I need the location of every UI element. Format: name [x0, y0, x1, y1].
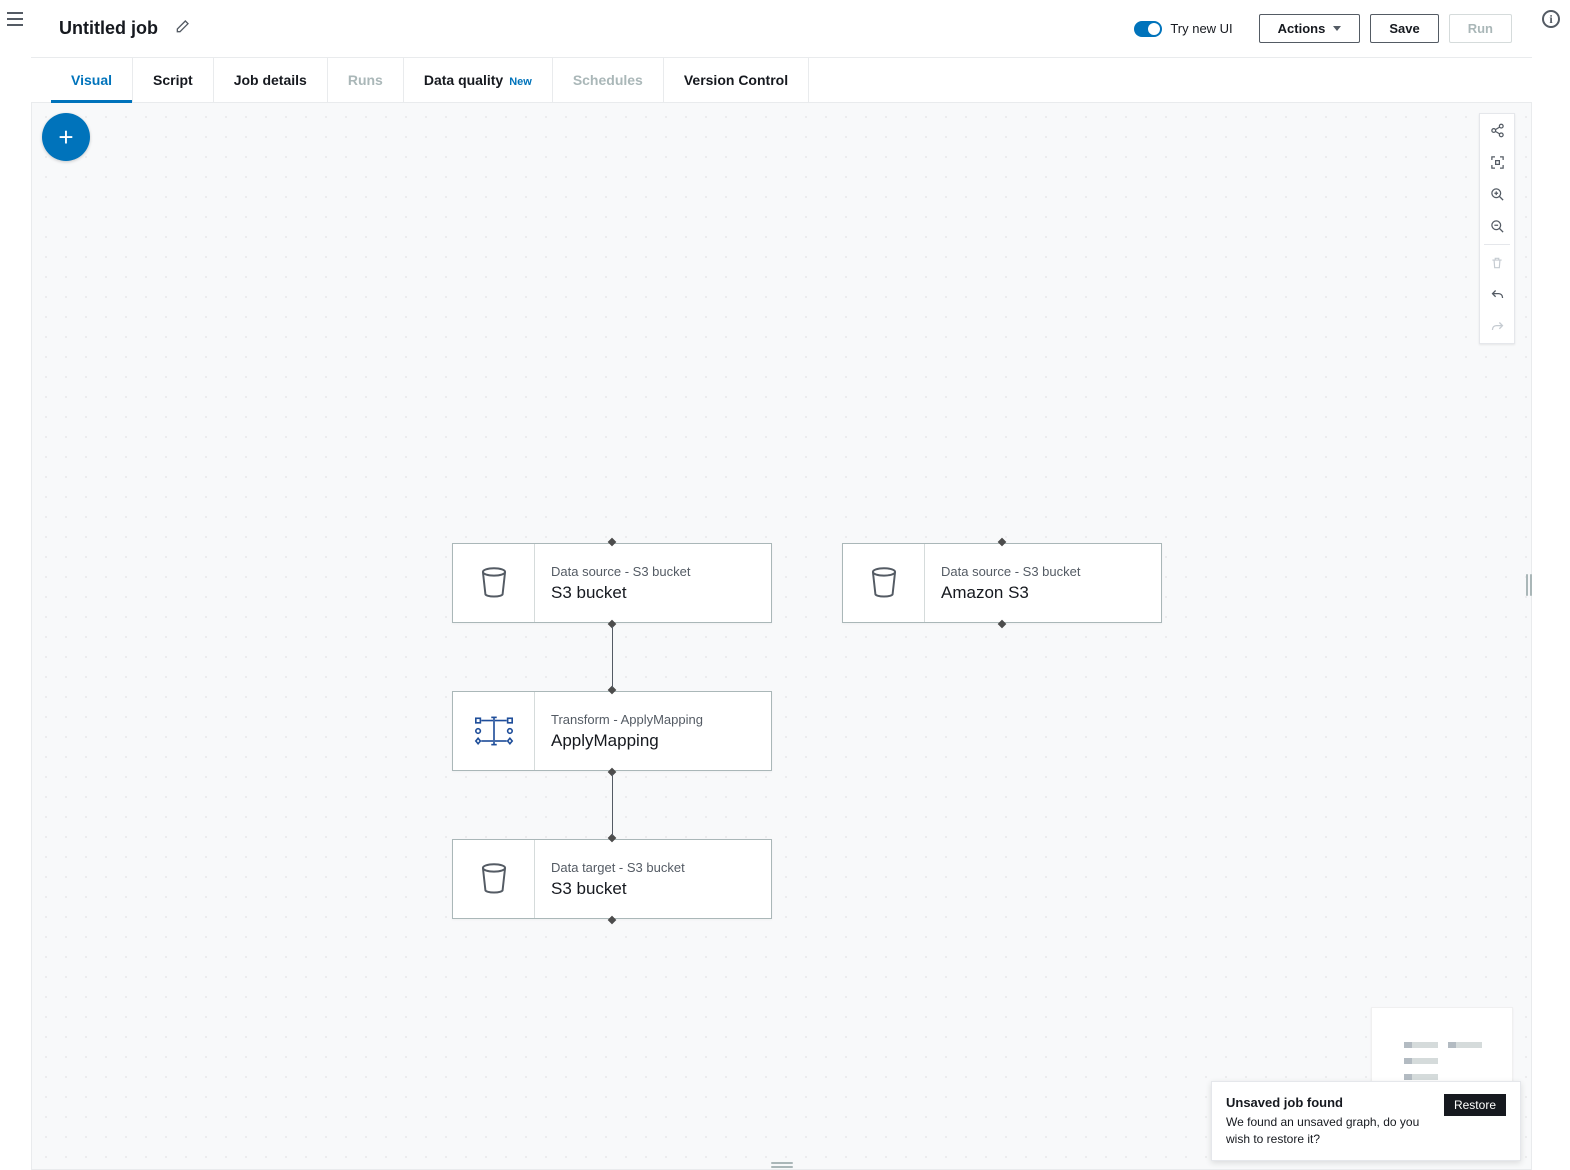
caret-down-icon — [1333, 26, 1341, 31]
zoom-out-icon[interactable] — [1480, 210, 1514, 242]
tab-visual[interactable]: Visual — [51, 58, 133, 102]
tab-schedules: Schedules — [553, 58, 664, 102]
node-type-label: Transform - ApplyMapping — [551, 712, 755, 727]
right-resize-handle[interactable] — [1526, 574, 1532, 596]
tab-label: Version Control — [684, 72, 788, 88]
fit-view-icon[interactable] — [1480, 146, 1514, 178]
info-icon[interactable]: i — [1542, 10, 1560, 28]
tab-label: Schedules — [573, 72, 643, 88]
job-header: Untitled job Try new UI Actions Save Run — [31, 0, 1532, 58]
node-n4[interactable]: Data target - S3 bucket S3 bucket — [452, 839, 772, 919]
node-n2[interactable]: Data source - S3 bucket Amazon S3 — [842, 543, 1162, 623]
tab-label: Job details — [234, 72, 307, 88]
node-type-label: Data source - S3 bucket — [941, 564, 1145, 579]
undo-icon[interactable] — [1480, 279, 1514, 311]
try-new-ui-toggle[interactable] — [1134, 21, 1162, 37]
node-title: Amazon S3 — [941, 583, 1145, 603]
tab-label: Script — [153, 72, 193, 88]
tab-label: Data quality — [424, 72, 503, 88]
mapping-icon — [453, 692, 535, 770]
add-node-button[interactable]: + — [42, 113, 90, 161]
zoom-in-icon[interactable] — [1480, 178, 1514, 210]
node-n1[interactable]: Data source - S3 bucket S3 bucket — [452, 543, 772, 623]
run-button: Run — [1449, 14, 1512, 43]
node-title: S3 bucket — [551, 879, 755, 899]
tab-label: Runs — [348, 72, 383, 88]
tab-data-quality[interactable]: Data quality New — [404, 58, 553, 102]
tab-script[interactable]: Script — [133, 58, 214, 102]
page-title: Untitled job — [59, 18, 158, 39]
canvas[interactable]: + — [31, 103, 1532, 1170]
restore-button[interactable]: Restore — [1444, 1094, 1506, 1116]
tab-job-details[interactable]: Job details — [214, 58, 328, 102]
bottom-resize-handle[interactable] — [771, 1162, 793, 1168]
edit-title-icon[interactable] — [174, 19, 190, 38]
unsaved-toast: Unsaved job found We found an unsaved gr… — [1211, 1081, 1521, 1161]
menu-icon[interactable] — [7, 12, 23, 26]
trash-icon — [1480, 247, 1514, 279]
canvas-toolbar — [1479, 113, 1515, 344]
node-title: ApplyMapping — [551, 731, 755, 751]
new-badge: New — [509, 76, 532, 88]
toast-body: We found an unsaved graph, do you wish t… — [1226, 1114, 1434, 1148]
tab-runs: Runs — [328, 58, 404, 102]
tab-version-control[interactable]: Version Control — [664, 58, 809, 102]
canvas-background — [32, 103, 1531, 1169]
toast-title: Unsaved job found — [1226, 1094, 1434, 1112]
node-n3[interactable]: Transform - ApplyMapping ApplyMapping — [452, 691, 772, 771]
redo-icon — [1480, 311, 1514, 343]
node-title: S3 bucket — [551, 583, 755, 603]
bucket-icon — [453, 840, 535, 918]
node-type-label: Data target - S3 bucket — [551, 860, 755, 875]
tabs-row: Visual Script Job details Runs Data quality N… — [31, 58, 1532, 103]
save-button[interactable]: Save — [1370, 14, 1438, 43]
tab-label: Visual — [71, 72, 112, 88]
share-icon[interactable] — [1480, 114, 1514, 146]
actions-button[interactable]: Actions — [1259, 14, 1361, 43]
node-type-label: Data source - S3 bucket — [551, 564, 755, 579]
bucket-icon — [453, 544, 535, 622]
try-new-ui-label: Try new UI — [1170, 21, 1232, 36]
bucket-icon — [843, 544, 925, 622]
